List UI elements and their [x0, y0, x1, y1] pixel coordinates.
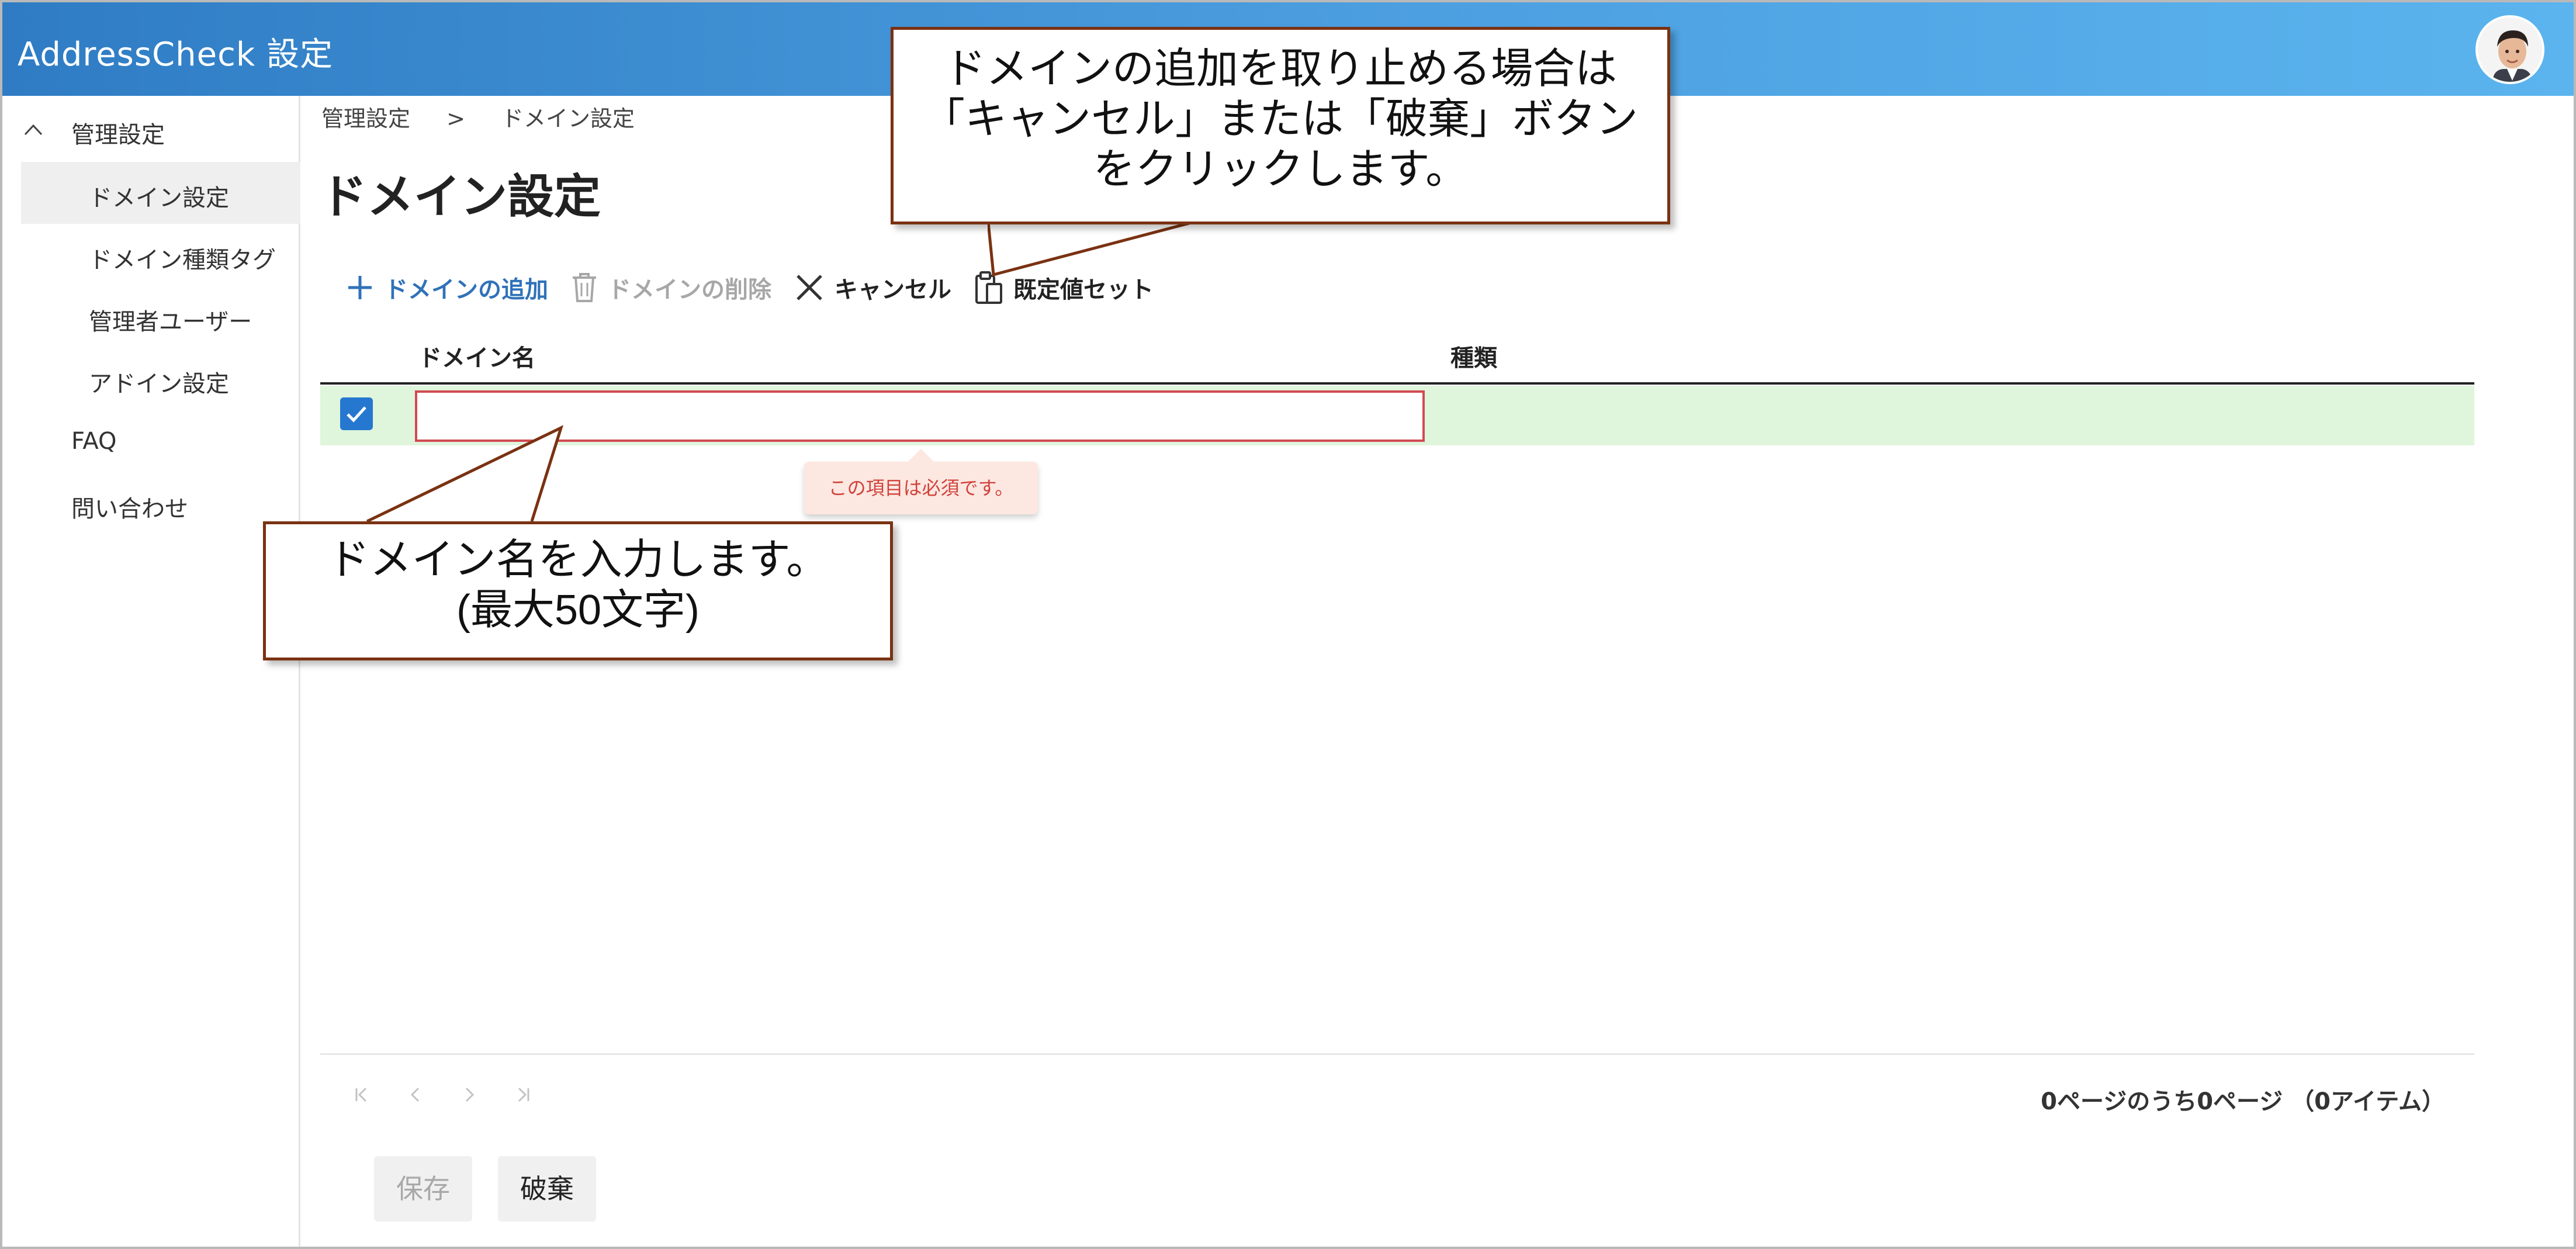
column-header-domain-name[interactable]: ドメイン名: [418, 339, 535, 373]
sidebar-item-addin-settings[interactable]: アドイン設定: [89, 365, 229, 399]
next-page-icon[interactable]: [461, 1085, 514, 1109]
add-domain-label: ドメインの追加: [385, 276, 548, 303]
user-avatar-icon: [2478, 18, 2542, 82]
grid-header: ドメイン名 種類: [320, 334, 2474, 385]
callout-bottom-pointer: [356, 425, 564, 523]
app-title: AddressCheck 設定: [18, 36, 334, 74]
breadcrumb-parent[interactable]: 管理設定: [321, 106, 410, 132]
prev-page-icon[interactable]: [407, 1085, 461, 1109]
cancel-button[interactable]: キャンセル: [795, 271, 951, 305]
breadcrumb-current: ドメイン設定: [501, 106, 635, 132]
save-button[interactable]: 保存: [374, 1156, 472, 1222]
footer-divider: [320, 1053, 2474, 1055]
sidebar-item-domain-type-tags[interactable]: ドメイン種類タグ: [89, 241, 276, 275]
callout-top-line-1: ドメインの追加を取り止める場合は: [943, 46, 1617, 92]
delete-domain-label: ドメインの削除: [608, 276, 771, 303]
sidebar: 管理設定 ドメイン設定 ドメイン種類タグ 管理者ユーザー アドイン設定 FAQ …: [2, 96, 300, 1247]
sidebar-item-faq[interactable]: FAQ: [71, 428, 116, 455]
sidebar-item-contact[interactable]: 問い合わせ: [71, 490, 188, 524]
column-header-type[interactable]: 種類: [1450, 339, 1497, 373]
page-info: 0ページのうち0ページ （0アイテム）: [2041, 1088, 2445, 1115]
plus-icon: [348, 276, 372, 299]
trash-icon: [573, 273, 596, 302]
avatar[interactable]: [2475, 15, 2544, 84]
breadcrumb-separator: >: [446, 106, 465, 132]
callout-bottom-line-2: (最大50文字): [456, 587, 700, 634]
breadcrumb: 管理設定 > ドメイン設定: [321, 101, 664, 133]
callout-top-line-2: 「キャンセル」または「破棄」ボタン: [922, 96, 1638, 143]
callout-domain-input-instructions: ドメイン名を入力します。 (最大50文字): [263, 521, 893, 660]
callout-top-line-3: をクリックします。: [1093, 146, 1468, 193]
sidebar-group-label: 管理設定: [71, 122, 165, 148]
first-page-icon[interactable]: [353, 1085, 407, 1109]
discard-button[interactable]: 破棄: [498, 1156, 596, 1222]
last-page-icon[interactable]: [514, 1085, 568, 1109]
add-domain-button[interactable]: ドメインの追加: [346, 271, 548, 305]
delete-domain-button[interactable]: ドメインの削除: [572, 271, 771, 305]
table-row[interactable]: [320, 386, 2474, 445]
callout-top-pointer: [988, 216, 1216, 277]
sidebar-item-domain-settings[interactable]: ドメイン設定: [89, 179, 229, 213]
pager: [353, 1085, 568, 1109]
validation-tooltip: この項目は必須です。: [804, 449, 1038, 514]
cancel-label: キャンセル: [835, 276, 951, 303]
callout-bottom-line-1: ドメイン名を入力します。: [327, 537, 829, 583]
sidebar-item-admin-users[interactable]: 管理者ユーザー: [89, 303, 252, 337]
chevron-up-icon: [24, 124, 43, 136]
close-icon: [797, 275, 822, 300]
page-title: ドメイン設定: [320, 169, 601, 224]
callout-cancel-instructions: ドメインの追加を取り止める場合は 「キャンセル」または「破棄」ボタン をクリック…: [891, 27, 1670, 224]
